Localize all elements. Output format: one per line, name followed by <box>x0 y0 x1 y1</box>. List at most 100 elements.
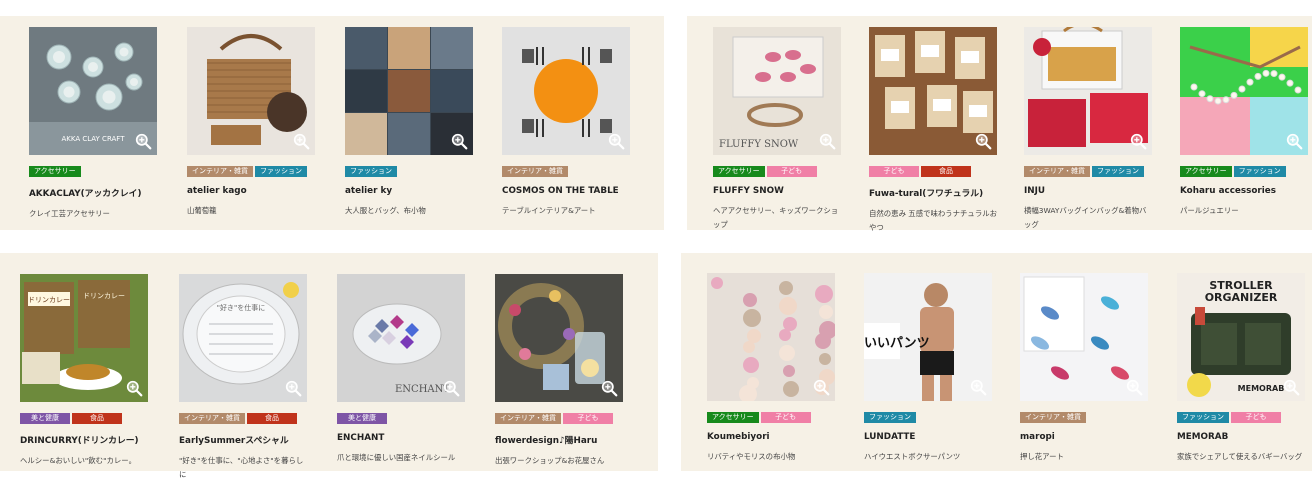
svg-text:ドリンカレー: ドリンカレー <box>28 296 70 304</box>
category-tag[interactable]: 子ども <box>760 412 811 423</box>
shop-thumbnail[interactable]: "好き"を仕事に <box>179 274 307 402</box>
category-tag[interactable]: インテリア・雑貨 <box>187 166 253 177</box>
category-tag[interactable]: ファッション <box>1092 166 1144 177</box>
shop-name[interactable]: INJU <box>1024 186 1152 196</box>
shop-name[interactable]: atelier ky <box>345 186 473 196</box>
category-tag[interactable]: ファッション <box>255 166 307 177</box>
category-tag[interactable]: ファッション <box>1233 166 1286 177</box>
shop-card[interactable]: ファッション atelier ky 大人服とバッグ、布小物 <box>345 27 473 218</box>
category-tag[interactable]: 美と健康 <box>337 413 387 424</box>
category-tag[interactable]: 美と健康 <box>20 413 70 424</box>
zoom-in-icon[interactable] <box>601 380 618 397</box>
category-tag[interactable]: 子ども <box>766 166 817 177</box>
shop-thumbnail[interactable] <box>869 27 997 155</box>
shop-name[interactable]: LUNDATTE <box>864 432 992 442</box>
shop-card[interactable]: "好き"を仕事に インテリア・雑貨 食品 EarlySummerスペシャル "好き"を仕… <box>179 274 307 482</box>
category-tag[interactable]: アクセサリー <box>713 166 765 177</box>
shop-thumbnail[interactable]: STROLLER ORGANIZER MEMORAB <box>1177 273 1305 401</box>
shop-card[interactable]: いいパンツ ファッション LUNDATTE ハイウエストボクサーパンツ <box>864 273 992 464</box>
shop-name[interactable]: AKKACLAY(アッカクレイ) <box>29 186 157 199</box>
shop-thumbnail[interactable]: いいパンツ <box>864 273 992 401</box>
zoom-in-icon[interactable] <box>293 133 310 150</box>
shop-name[interactable]: atelier kago <box>187 186 315 196</box>
category-tag[interactable]: アクセサリー <box>1180 166 1232 177</box>
shop-card[interactable]: 子ども 食品 Fuwa-tural(フワチュラル) 自然の恵み 五感で味わうナチュラル… <box>869 27 997 235</box>
category-tag[interactable]: 子ども <box>563 413 613 424</box>
tag-list: ファッション <box>864 412 992 424</box>
shop-thumbnail[interactable]: FLUFFY SNOW <box>713 27 841 155</box>
shop-thumbnail[interactable]: ENCHANT <box>337 274 465 402</box>
category-tag[interactable]: インテリア・雑貨 <box>502 166 568 177</box>
tag-list: アクセサリー 子ども <box>713 166 841 178</box>
shop-card[interactable]: アクセサリー ファッション Koharu accessories パールジュエリー <box>1180 27 1308 218</box>
shop-card[interactable]: FLUFFY SNOW アクセサリー 子ども FLUFFY SNOW ヘアアクセサリー、… <box>713 27 841 232</box>
tag-list: インテリア・雑貨 食品 <box>179 413 307 425</box>
shop-name[interactable]: Fuwa-tural(フワチュラル) <box>869 186 997 199</box>
shop-thumbnail[interactable] <box>707 273 835 401</box>
svg-text:ORGANIZER: ORGANIZER <box>1205 291 1278 304</box>
shop-name[interactable]: Koumebiyori <box>707 432 835 442</box>
shop-card[interactable]: インテリア・雑貨 COSMOS ON THE TABLE テーブルインテリア&アート <box>502 27 630 218</box>
shop-thumbnail[interactable]: AKKA CLAY CRAFT <box>29 27 157 155</box>
tag-list: ファッション <box>345 166 473 178</box>
category-tag[interactable]: ファッション <box>345 166 397 177</box>
shop-name[interactable]: FLUFFY SNOW <box>713 186 841 196</box>
zoom-in-icon[interactable] <box>819 133 836 150</box>
shop-description: 自然の恵み 五感で味わうナチュラルおやつ <box>869 209 997 232</box>
shop-thumbnail[interactable] <box>187 27 315 155</box>
category-tag[interactable]: アクセサリー <box>707 412 759 423</box>
shop-card[interactable]: インテリア・雑貨 ファッション INJU 横幅3WAYバッグインバッグ&着物バッグ <box>1024 27 1152 232</box>
shop-name[interactable]: EarlySummerスペシャル <box>179 433 307 446</box>
category-tag[interactable]: アクセサリー <box>29 166 81 177</box>
shop-name[interactable]: maropi <box>1020 432 1148 442</box>
category-tag[interactable]: ファッション <box>1177 412 1229 423</box>
shop-thumbnail[interactable] <box>1020 273 1148 401</box>
zoom-in-icon[interactable] <box>1286 133 1303 150</box>
category-tag[interactable]: インテリア・雑貨 <box>179 413 245 424</box>
shop-name[interactable]: COSMOS ON THE TABLE <box>502 186 630 196</box>
shop-name[interactable]: ENCHANT <box>337 433 465 443</box>
zoom-in-icon[interactable] <box>451 133 468 150</box>
shop-card[interactable]: アクセサリー 子ども Koumebiyori リバティやモリスの布小物 <box>707 273 835 464</box>
category-tag[interactable]: インテリア・雑貨 <box>1024 166 1090 177</box>
shop-name[interactable]: flowerdesign♪陽Haru <box>495 433 623 446</box>
shop-thumbnail[interactable] <box>502 27 630 155</box>
zoom-in-icon[interactable] <box>1283 379 1300 396</box>
category-tag[interactable]: ファッション <box>864 412 916 423</box>
shop-name[interactable]: MEMORAB <box>1177 432 1305 442</box>
zoom-in-icon[interactable] <box>608 133 625 150</box>
shop-card[interactable]: インテリア・雑貨 maropi 押し花アート <box>1020 273 1148 464</box>
shop-card[interactable]: AKKA CLAY CRAFT アクセサリー AKKACLAY(アッカクレイ) クレイ… <box>29 27 157 221</box>
category-tag[interactable]: 食品 <box>921 166 971 177</box>
shop-card[interactable]: インテリア・雑貨 子ども flowerdesign♪陽Haru 出張ワークショップ&お… <box>495 274 623 468</box>
zoom-in-icon[interactable] <box>126 380 143 397</box>
shop-card[interactable]: ドリンカレー ドリンカレー 美と健康 食品 DRINCURRY(ドリンカレー) ヘルシー&… <box>20 274 148 468</box>
tag-list: インテリア・雑貨 <box>1020 412 1148 424</box>
zoom-in-icon[interactable] <box>813 379 830 396</box>
category-tag[interactable]: 子ども <box>1231 412 1281 423</box>
category-tag[interactable]: 食品 <box>247 413 297 424</box>
shop-thumbnail[interactable] <box>495 274 623 402</box>
zoom-in-icon[interactable] <box>970 379 987 396</box>
shop-card[interactable]: ENCHANT 美と健康 ENCHANT 爪と環境に優しい国産ネイルシール <box>337 274 465 465</box>
category-tag[interactable]: 食品 <box>72 413 122 424</box>
category-tag[interactable]: 子ども <box>869 166 919 177</box>
shop-description: 家族でシェアして使えるバギーバッグ <box>1177 452 1303 461</box>
shop-name[interactable]: DRINCURRY(ドリンカレー) <box>20 433 148 446</box>
shop-card[interactable]: インテリア・雑貨 ファッション atelier kago 山葡萄籠 <box>187 27 315 218</box>
category-tag[interactable]: インテリア・雑貨 <box>495 413 561 424</box>
category-tag[interactable]: インテリア・雑貨 <box>1020 412 1086 423</box>
shop-card[interactable]: STROLLER ORGANIZER MEMORAB ファッション 子ども MEMORAB… <box>1177 273 1305 464</box>
shop-thumbnail[interactable] <box>1024 27 1152 155</box>
shop-name[interactable]: Koharu accessories <box>1180 186 1308 196</box>
zoom-in-icon[interactable] <box>285 380 302 397</box>
zoom-in-icon[interactable] <box>1130 133 1147 150</box>
shop-thumbnail[interactable]: ドリンカレー ドリンカレー <box>20 274 148 402</box>
shop-thumbnail[interactable] <box>1180 27 1308 155</box>
zoom-in-icon[interactable] <box>1126 379 1143 396</box>
zoom-in-icon[interactable] <box>443 380 460 397</box>
zoom-in-icon[interactable] <box>135 133 152 150</box>
zoom-in-icon[interactable] <box>975 133 992 150</box>
svg-text:MEMORAB: MEMORAB <box>1238 384 1285 393</box>
shop-thumbnail[interactable] <box>345 27 473 155</box>
